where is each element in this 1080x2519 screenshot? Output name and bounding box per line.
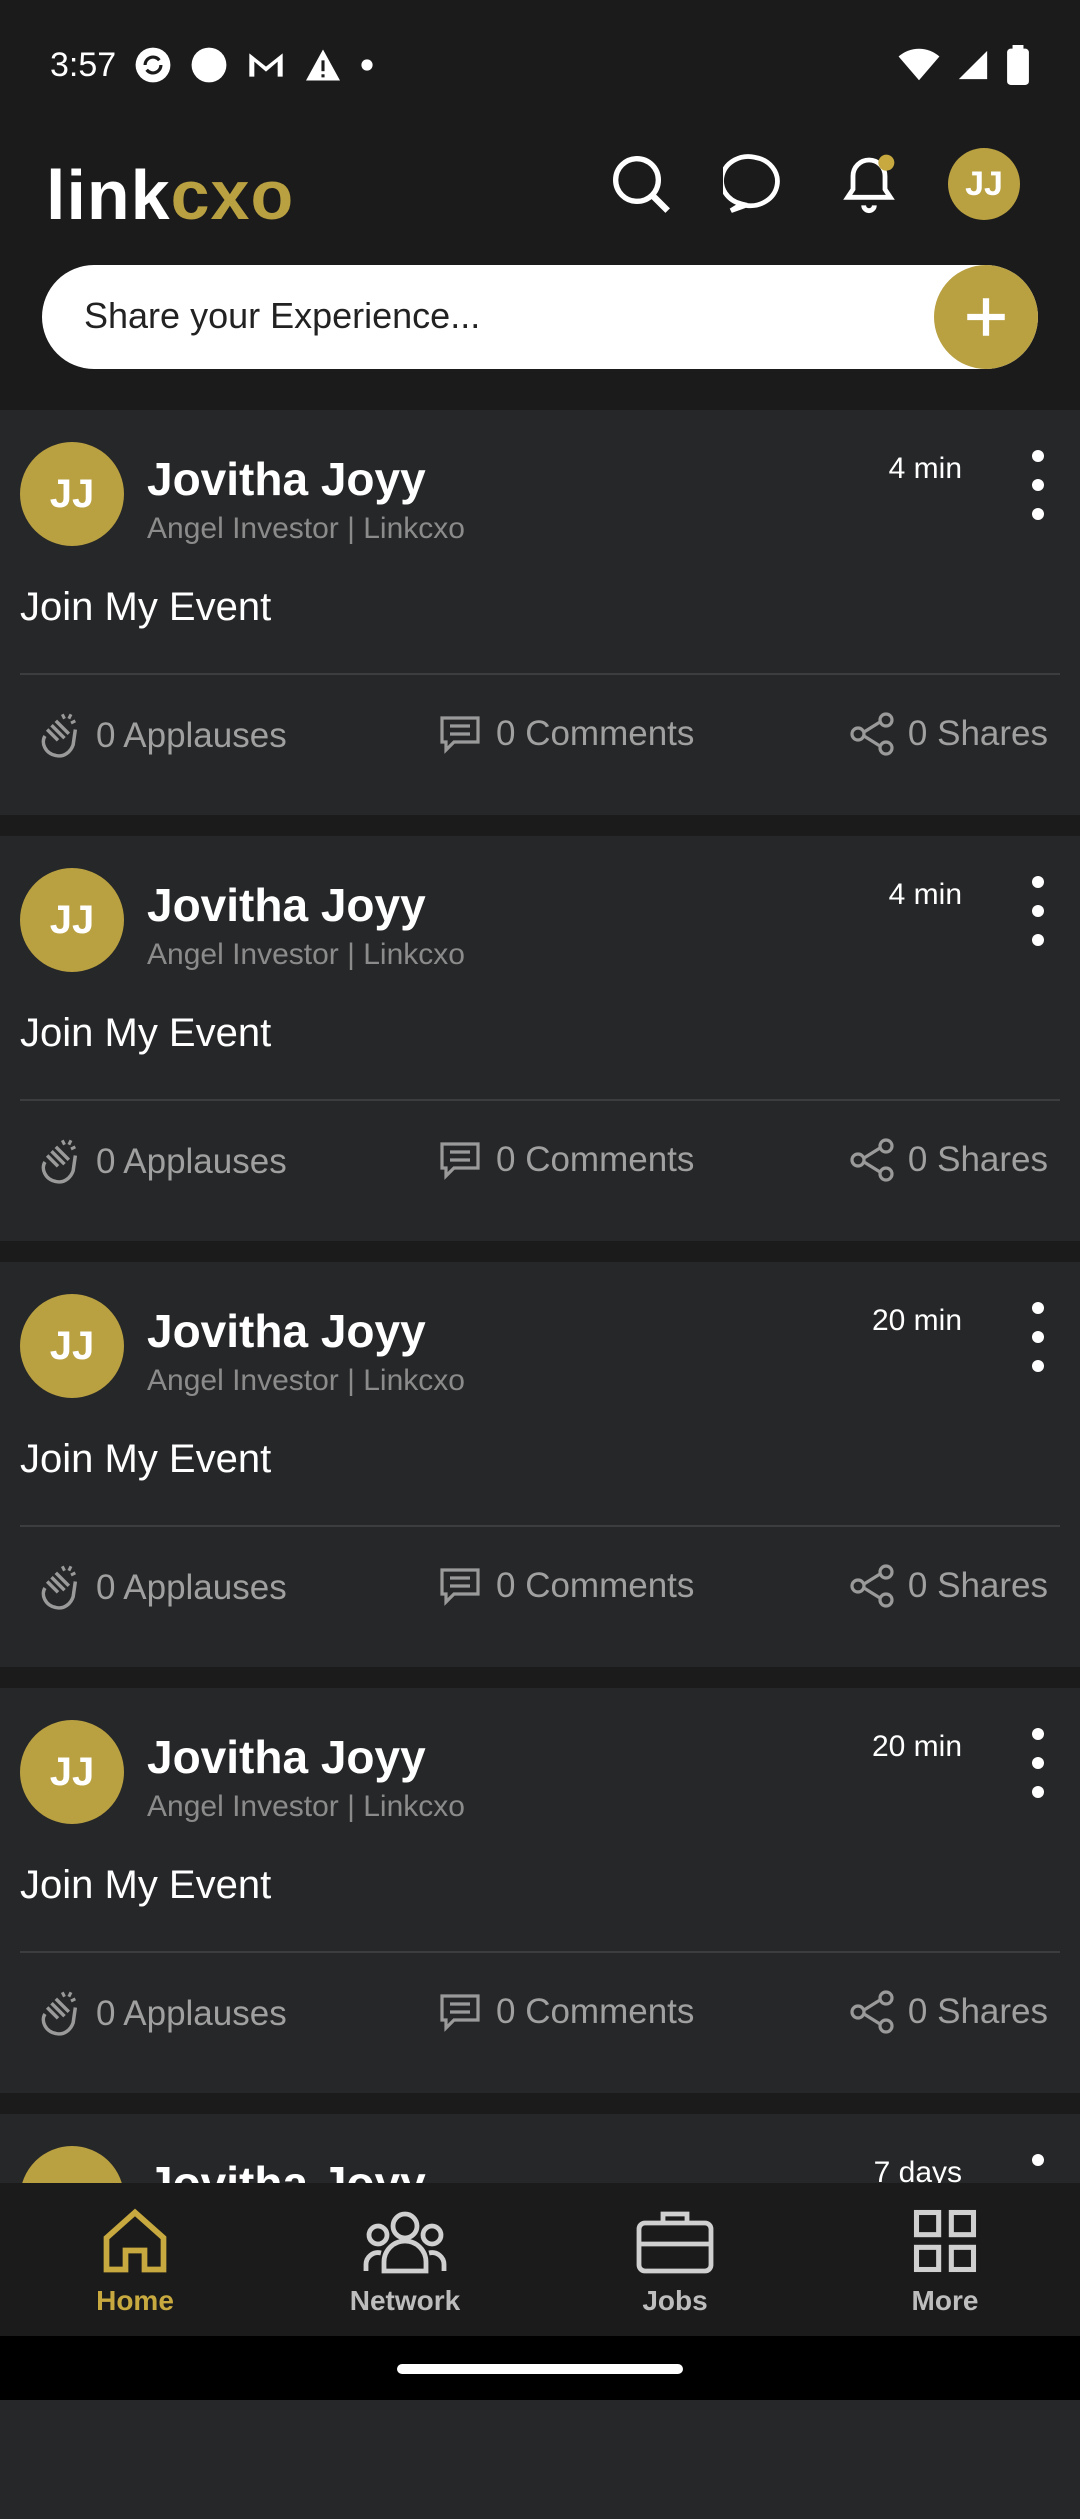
home-icon (103, 2208, 167, 2272)
applause-button[interactable]: 0 Applauses (32, 1562, 287, 1614)
post-author-role: Angel Investor | Linkcxo (147, 512, 465, 545)
linkcxo-logo[interactable]: link cxo (46, 150, 294, 240)
warning-icon (306, 49, 341, 81)
wifi-icon (898, 48, 940, 81)
comments-button[interactable]: 0 Comments (436, 710, 694, 758)
share-placeholder: Share your Experience... (84, 295, 481, 336)
more-options-icon[interactable] (1018, 1302, 1058, 1372)
nav-more[interactable]: More (810, 2183, 1080, 2336)
nav-network[interactable]: Network (270, 2183, 540, 2336)
applause-button[interactable]: 0 Applauses (32, 1988, 287, 2040)
post-author-name[interactable]: Jovitha Joyy (147, 878, 426, 932)
circle-icon (191, 47, 227, 83)
bottom-navigation: Home Network Jobs More (0, 2183, 1080, 2336)
share-icon (850, 712, 894, 756)
nav-home[interactable]: Home (0, 2183, 270, 2336)
chat-icon[interactable] (720, 149, 790, 219)
clap-icon (41, 713, 78, 758)
divider (20, 1099, 1060, 1101)
shares-button[interactable]: 0 Shares (848, 710, 1048, 758)
post-author-name[interactable]: Jovitha Joyy (147, 1730, 426, 1784)
post-card: JJ Jovitha Joyy Angel Investor | Linkcxo… (0, 1688, 1080, 2093)
post-author-role: Angel Investor | Linkcxo (147, 1790, 465, 1823)
clap-icon (41, 1139, 78, 1184)
shares-button[interactable]: 0 Shares (848, 1136, 1048, 1184)
comments-button[interactable]: 0 Comments (436, 1562, 694, 1610)
comments-button[interactable]: 0 Comments (436, 1988, 694, 2036)
post-time: 4 min (888, 878, 962, 911)
post-text: Join My Event (20, 585, 272, 629)
battery-icon (1007, 45, 1029, 85)
profile-avatar[interactable]: JJ (948, 148, 1020, 220)
shares-button[interactable]: 0 Shares (848, 1988, 1048, 2036)
briefcase-icon (636, 2211, 714, 2273)
post-author-role: Angel Investor | Linkcxo (147, 1364, 465, 1397)
post-author-name[interactable]: Jovitha Joyy (147, 1304, 426, 1358)
post-avatar[interactable]: JJ (20, 442, 124, 546)
clap-icon (41, 1565, 78, 1610)
clap-icon (41, 1991, 78, 2036)
sync-icon (135, 47, 171, 83)
more-options-icon[interactable] (1018, 1728, 1058, 1798)
post-avatar[interactable]: JJ (20, 868, 124, 972)
signal-icon (958, 50, 988, 80)
share-icon (850, 1564, 894, 1608)
add-post-button[interactable] (934, 265, 1038, 369)
plus-icon (967, 298, 1005, 336)
shares-button[interactable]: 0 Shares (848, 1562, 1048, 1610)
divider (20, 673, 1060, 675)
applause-button[interactable]: 0 Applauses (32, 710, 287, 762)
post-card: JJ Jovitha Joyy Angel Investor | Linkcxo… (0, 836, 1080, 1241)
nav-jobs[interactable]: Jobs (540, 2183, 810, 2336)
comments-button[interactable]: 0 Comments (436, 1136, 694, 1184)
status-bar: 3:57 (0, 0, 1080, 130)
gmail-icon (249, 53, 283, 77)
post-card: JJ Jovitha Joyy Angel Investor | Linkcxo… (0, 410, 1080, 815)
app-header: link cxo JJ Share your Experience... (0, 130, 1080, 410)
post-time: 20 min (871, 1304, 962, 1337)
post-time: 20 min (871, 1730, 962, 1763)
status-time: 3:57 (50, 45, 117, 84)
post-author-role: Angel Investor | Linkcxo (147, 938, 465, 971)
dot-icon (361, 59, 373, 71)
comment-icon (440, 1994, 480, 2032)
post-author-name[interactable]: Jovitha Joyy (147, 452, 426, 506)
post-card: JJ Jovitha Joyy Angel Investor | Linkcxo… (0, 1262, 1080, 1667)
applause-button[interactable]: 0 Applauses (32, 1136, 287, 1188)
comment-icon (440, 1142, 480, 1180)
post-avatar[interactable]: JJ (20, 1720, 124, 1824)
more-options-icon[interactable] (1018, 450, 1058, 520)
comment-icon (440, 1568, 480, 1606)
more-options-icon[interactable] (1018, 876, 1058, 946)
divider (20, 1525, 1060, 1527)
share-icon (850, 1138, 894, 1182)
network-icon (363, 2211, 447, 2273)
search-icon[interactable] (606, 149, 676, 219)
post-text: Join My Event (20, 1011, 272, 1055)
divider (20, 1951, 1060, 1953)
share-icon (850, 1990, 894, 2034)
notification-bell-icon[interactable] (834, 149, 904, 219)
home-gesture-bar[interactable] (397, 2364, 683, 2374)
post-text: Join My Event (20, 1863, 272, 1907)
share-experience-input[interactable]: Share your Experience... (42, 265, 1038, 369)
grid-icon (913, 2209, 977, 2272)
post-text: Join My Event (20, 1437, 272, 1481)
post-time: 4 min (888, 452, 962, 485)
comment-icon (440, 716, 480, 754)
post-avatar[interactable]: JJ (20, 1294, 124, 1398)
